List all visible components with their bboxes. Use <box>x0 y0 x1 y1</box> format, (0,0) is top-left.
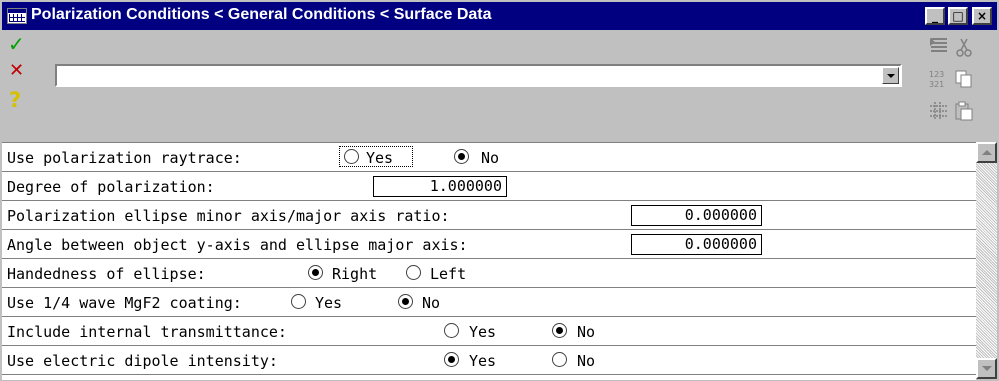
radio-no[interactable] <box>552 352 567 367</box>
paste-icon[interactable] <box>952 100 976 124</box>
table-app-icon[interactable] <box>7 8 27 24</box>
scroll-down-button[interactable] <box>976 358 997 379</box>
command-combobox[interactable] <box>55 64 902 87</box>
copy-icon[interactable] <box>952 68 976 92</box>
row-label: Angle between object y-axis and ellipse … <box>7 236 468 254</box>
cut-icon[interactable] <box>952 36 976 60</box>
polarization-conditions-window: Polarization Conditions < General Condit… <box>0 0 999 381</box>
row-handedness-of-ellipse: Handedness of ellipse: Right Left <box>2 259 976 288</box>
row-label: Use 1/4 wave MgF2 coating: <box>7 294 242 312</box>
ellipse-angle-input[interactable]: 0.000000 <box>631 234 762 255</box>
cancel-x-icon[interactable]: ✕ <box>9 60 24 81</box>
row-label: Degree of polarization: <box>7 178 215 196</box>
radio-yes-label[interactable]: Yes <box>315 294 342 312</box>
row-label: Include internal transmittance: <box>7 323 287 341</box>
sort-icon[interactable]: 123 321 <box>927 68 951 92</box>
help-question-icon[interactable]: ? <box>9 88 21 112</box>
row-degree-of-polarization: Degree of polarization: 1.000000 <box>2 172 976 201</box>
maximize-button[interactable]: □ <box>948 7 968 25</box>
title-bar[interactable]: Polarization Conditions < General Condit… <box>2 2 997 30</box>
radio-yes-label[interactable]: Yes <box>366 149 393 167</box>
radio-yes-label[interactable]: Yes <box>469 352 496 370</box>
degree-of-polarization-input[interactable]: 1.000000 <box>373 176 507 197</box>
radio-yes[interactable] <box>444 352 459 367</box>
svg-text:321: 321 <box>929 80 944 89</box>
radio-no-label[interactable]: No <box>577 323 595 341</box>
minimize-icon: _ <box>932 9 938 23</box>
radio-yes[interactable] <box>344 149 359 164</box>
radio-no[interactable] <box>398 294 413 309</box>
row-label: Polarization ellipse minor axis/major ax… <box>7 207 450 225</box>
row-label: Use polarization raytrace: <box>7 149 242 167</box>
row-ellipse-axis-ratio: Polarization ellipse minor axis/major ax… <box>2 201 976 230</box>
radio-no[interactable] <box>454 149 469 164</box>
row-ellipse-angle: Angle between object y-axis and ellipse … <box>2 230 976 259</box>
scroll-up-button[interactable] <box>976 142 997 163</box>
radio-yes-label[interactable]: Yes <box>469 323 496 341</box>
radio-no-label[interactable]: No <box>481 149 499 167</box>
radio-right[interactable] <box>308 265 323 280</box>
radio-no-label[interactable]: No <box>577 352 595 370</box>
window-title: Polarization Conditions < General Condit… <box>31 6 492 23</box>
toolbar: ✓ ✕ ? 123 321 <box>2 30 997 142</box>
combobox-dropdown-button[interactable] <box>882 67 899 84</box>
svg-text:123: 123 <box>929 70 944 79</box>
ellipse-axis-ratio-input[interactable]: 0.000000 <box>631 205 762 226</box>
insert-row-icon[interactable] <box>927 36 951 60</box>
radio-no-label[interactable]: No <box>422 294 440 312</box>
row-label: Handedness of ellipse: <box>7 265 206 283</box>
radio-no[interactable] <box>552 323 567 338</box>
vertical-scrollbar[interactable] <box>976 142 997 379</box>
row-mgf2-coating: Use 1/4 wave MgF2 coating: Yes No <box>2 288 976 317</box>
grid-icon[interactable] <box>927 100 951 124</box>
close-icon: × <box>976 9 988 23</box>
minimize-button[interactable]: _ <box>925 7 945 25</box>
row-label: Use electric dipole intensity: <box>7 352 278 370</box>
radio-left-label[interactable]: Left <box>430 265 466 283</box>
radio-yes[interactable] <box>291 294 306 309</box>
maximize-icon: □ <box>952 9 964 23</box>
polarization-settings-list: Use polarization raytrace: Yes No Degree… <box>2 142 976 380</box>
radio-right-label[interactable]: Right <box>332 265 377 283</box>
row-use-polarization-raytrace: Use polarization raytrace: Yes No <box>2 143 976 172</box>
row-internal-transmittance: Include internal transmittance: Yes No <box>2 317 976 346</box>
ok-checkmark-icon[interactable]: ✓ <box>8 32 25 56</box>
radio-left[interactable] <box>406 265 421 280</box>
close-button[interactable]: × <box>972 7 992 25</box>
radio-yes[interactable] <box>444 323 459 338</box>
row-electric-dipole-intensity: Use electric dipole intensity: Yes No <box>2 346 976 375</box>
